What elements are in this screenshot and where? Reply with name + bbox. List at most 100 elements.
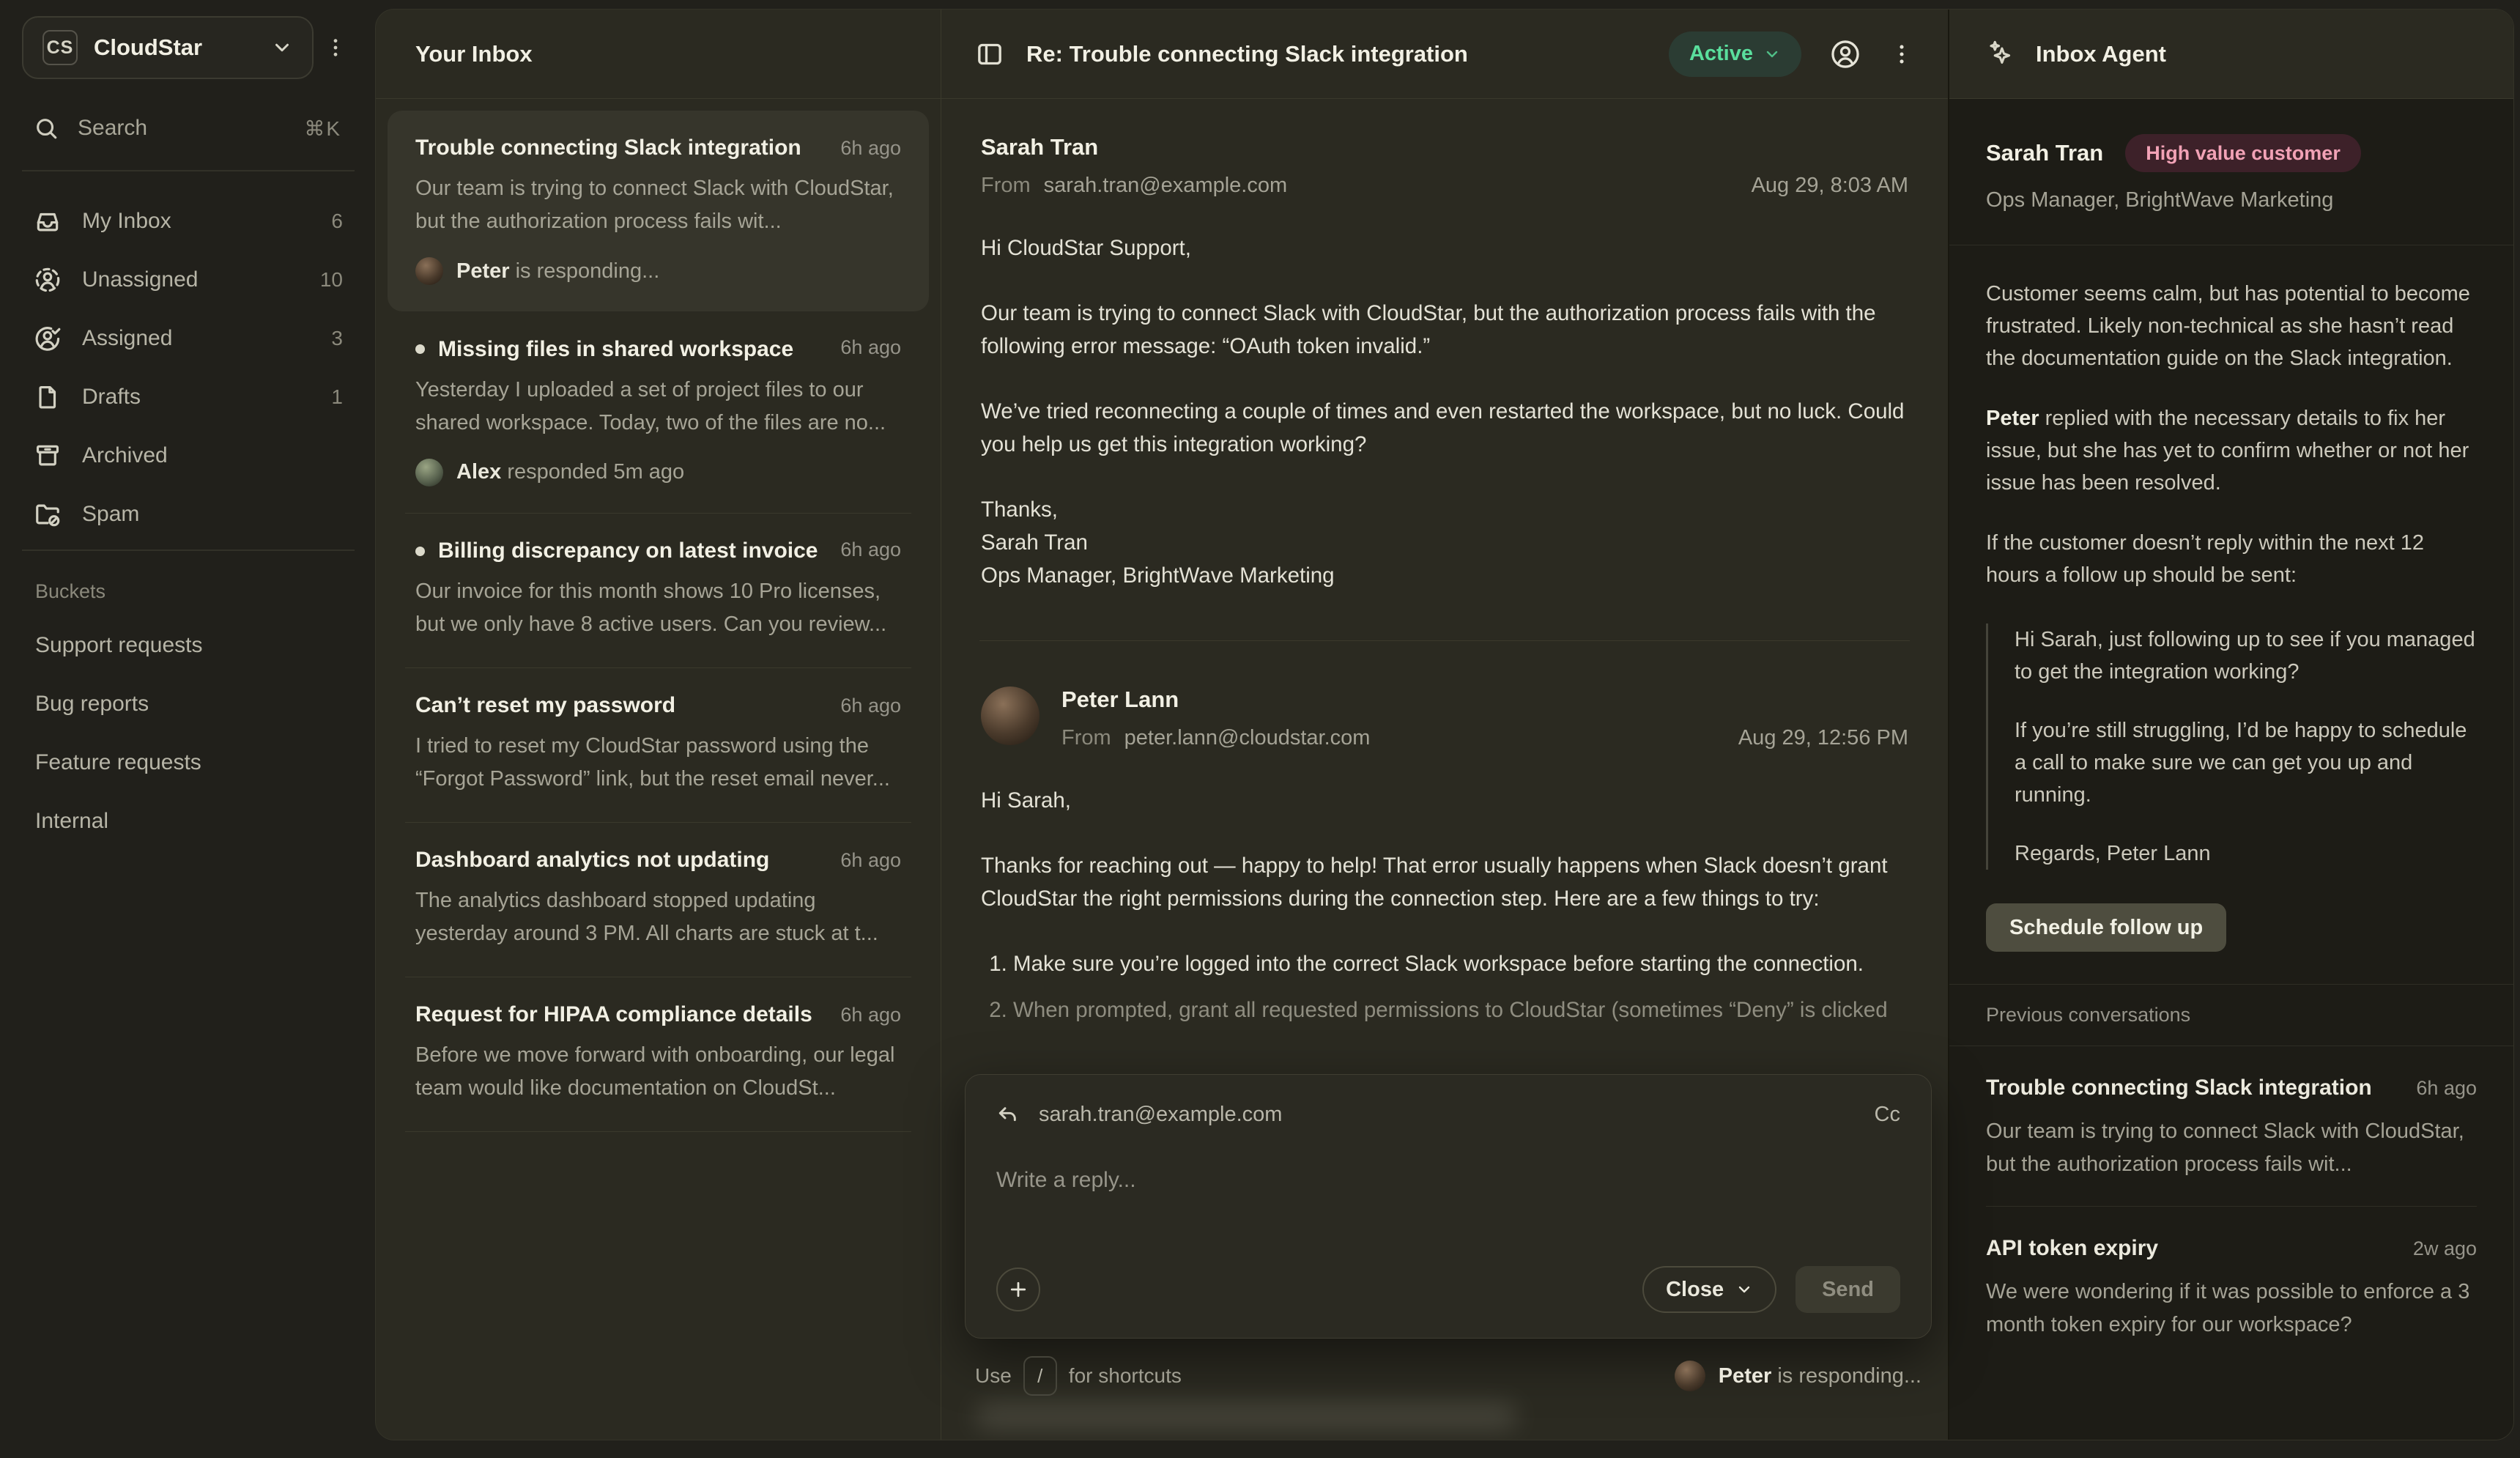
archive-icon — [34, 442, 62, 470]
message-body: Hi Sarah, Thanks for reaching out — happ… — [981, 784, 1908, 1026]
sender-name: Peter Lann — [1061, 687, 1370, 713]
customer-card: Sarah Tran High value customer Ops Manag… — [1949, 99, 2513, 245]
inbox-list: Trouble connecting Slack integration 6h … — [376, 99, 941, 1440]
list-item-title: Missing files in shared workspace — [415, 337, 793, 362]
workspace-logo: CS — [42, 30, 78, 65]
composer-actions: Close Send — [996, 1266, 1900, 1313]
list-item-time: 6h ago — [826, 1004, 901, 1026]
reply-input[interactable]: Write a reply... — [996, 1168, 1900, 1193]
search-button[interactable]: Search ⌘K — [22, 79, 355, 170]
sidebar-item-drafts[interactable]: Drafts 1 — [22, 368, 355, 426]
sidebar-item-feature-requests[interactable]: Feature requests — [22, 733, 355, 792]
slash-key: / — [1023, 1356, 1057, 1396]
message-divider — [979, 640, 1910, 641]
composer-to-email: sarah.tran@example.com — [1039, 1103, 1282, 1127]
list-item-time: 6h ago — [826, 539, 901, 561]
unread-dot — [415, 547, 425, 556]
agent-body[interactable]: Sarah Tran High value customer Ops Manag… — [1949, 99, 2513, 1440]
assignee-icon[interactable] — [1829, 38, 1861, 70]
previous-conversation-item[interactable]: Trouble connecting Slack integration 6h … — [1949, 1046, 2513, 1206]
sidebar-item-label: Assigned — [82, 326, 172, 351]
message-header: Peter Lann From peter.lann@cloudstar.com… — [981, 687, 1908, 750]
close-button[interactable]: Close — [1642, 1266, 1776, 1313]
list-item[interactable]: Can’t reset my password 6h ago I tried t… — [388, 668, 929, 822]
previous-conversation-item[interactable]: API token expiry 2w ago We were wonderin… — [1949, 1207, 2513, 1366]
inbox-list-title: Your Inbox — [415, 41, 533, 67]
sender-name: Sarah Tran — [981, 134, 1287, 160]
sidebar-item-internal[interactable]: Internal — [22, 792, 355, 851]
cc-button[interactable]: Cc — [1875, 1103, 1900, 1127]
previous-conversations-label: Previous conversations — [1949, 984, 2513, 1046]
chevron-down-icon — [271, 37, 293, 59]
customer-name: Sarah Tran — [1986, 140, 2103, 166]
thread-header: Re: Trouble connecting Slack integration… — [941, 10, 1948, 99]
avatar — [415, 257, 443, 285]
sender-from: From peter.lann@cloudstar.com — [1061, 726, 1370, 750]
list-item-preview: Yesterday I uploaded a set of project fi… — [415, 374, 901, 440]
sidebar-kebab-menu[interactable] — [316, 29, 355, 67]
app-window: Your Inbox Trouble connecting Slack inte… — [375, 9, 2514, 1440]
thread-kebab-menu[interactable] — [1889, 42, 1914, 67]
list-item[interactable]: Dashboard analytics not updating 6h ago … — [388, 823, 929, 977]
sidebar-item-count: 6 — [331, 210, 343, 233]
inbox-list-panel: Your Inbox Trouble connecting Slack inte… — [376, 10, 941, 1440]
sidebar-item-spam[interactable]: Spam — [22, 485, 355, 544]
search-label: Search — [78, 116, 147, 141]
list-item-time: 6h ago — [826, 137, 901, 160]
inbox-list-header: Your Inbox — [376, 10, 941, 99]
list-item-title: Dashboard analytics not updating — [415, 848, 769, 873]
agent-summary: Customer seems calm, but has potential t… — [1949, 245, 2513, 870]
customer-role: Ops Manager, BrightWave Marketing — [1986, 188, 2477, 212]
composer-to-row: sarah.tran@example.com Cc — [996, 1103, 1900, 1127]
sidebar-toggle-icon[interactable] — [975, 40, 1004, 69]
thread-panel: Re: Trouble connecting Slack integration… — [941, 10, 1948, 1440]
suggested-followup-quote: Hi Sarah, just following up to see if yo… — [1986, 623, 2477, 870]
workspace-selector[interactable]: CS CloudStar — [22, 16, 314, 79]
list-item[interactable]: Missing files in shared workspace 6h ago… — [388, 311, 929, 513]
attach-button[interactable] — [996, 1268, 1040, 1311]
list-item-title: Request for HIPAA compliance details — [415, 1002, 812, 1027]
sidebar-item-bug-reports[interactable]: Bug reports — [22, 675, 355, 733]
list-item-title: Billing discrepancy on latest invoice — [415, 539, 818, 563]
sidebar-item-count: 10 — [320, 268, 343, 292]
reply-composer: sarah.tran@example.com Cc Write a reply.… — [965, 1074, 1932, 1339]
sidebar-nav: My Inbox 6 Unassigned 10 Assigned 3 Draf… — [22, 171, 355, 549]
list-item-preview: The analytics dashboard stopped updating… — [415, 884, 901, 950]
list-item[interactable]: Request for HIPAA compliance details 6h … — [388, 977, 929, 1131]
message-timestamp: Aug 29, 8:03 AM — [1752, 174, 1908, 198]
schedule-follow-up-button[interactable]: Schedule follow up — [1986, 903, 2226, 952]
avatar — [415, 459, 443, 486]
list-item-preview: Before we move forward with onboarding, … — [415, 1039, 901, 1105]
list-item-time: 6h ago — [826, 849, 901, 872]
sidebar-item-my-inbox[interactable]: My Inbox 6 — [22, 192, 355, 251]
sidebar-item-archived[interactable]: Archived — [22, 426, 355, 485]
search-shortcut: ⌘K — [304, 116, 341, 141]
list-item-time: 6h ago — [826, 695, 901, 717]
agent-header: Inbox Agent — [1949, 10, 2513, 99]
prev-item-title: Trouble connecting Slack integration — [1986, 1076, 2372, 1100]
reply-icon — [996, 1103, 1020, 1127]
user-check-icon — [34, 325, 62, 352]
typing-indicator: Peter is responding... — [1675, 1361, 1922, 1391]
list-item[interactable]: Billing discrepancy on latest invoice 6h… — [388, 514, 929, 668]
status-label: Active — [1689, 42, 1753, 66]
sidebar: CS CloudStar Search ⌘K My Inbox 6 — [0, 0, 375, 1458]
sidebar-item-count: 3 — [331, 327, 343, 350]
list-item-preview: I tried to reset my CloudStar password u… — [415, 730, 901, 796]
list-item-title: Trouble connecting Slack integration — [415, 136, 801, 160]
status-dropdown[interactable]: Active — [1669, 32, 1801, 77]
sidebar-item-unassigned[interactable]: Unassigned 10 — [22, 251, 355, 309]
inbox-agent-panel: Inbox Agent Sarah Tran High value custom… — [1948, 10, 2513, 1440]
list-item-responder: Alex responded 5m ago — [415, 459, 901, 486]
list-item[interactable]: Trouble connecting Slack integration 6h … — [388, 111, 929, 311]
send-button[interactable]: Send — [1796, 1266, 1900, 1313]
sender-from: From sarah.tran@example.com — [981, 174, 1287, 198]
prev-item-time: 6h ago — [2403, 1077, 2477, 1100]
agent-title: Inbox Agent — [2036, 41, 2166, 67]
customer-badge: High value customer — [2125, 134, 2361, 172]
sidebar-item-assigned[interactable]: Assigned 3 — [22, 309, 355, 368]
list-item-title: Can’t reset my password — [415, 693, 675, 718]
sidebar-item-support-requests[interactable]: Support requests — [22, 616, 355, 675]
shortcut-hint: Use / for shortcuts Peter is responding.… — [965, 1356, 1932, 1396]
sidebar-item-count: 1 — [331, 385, 343, 409]
